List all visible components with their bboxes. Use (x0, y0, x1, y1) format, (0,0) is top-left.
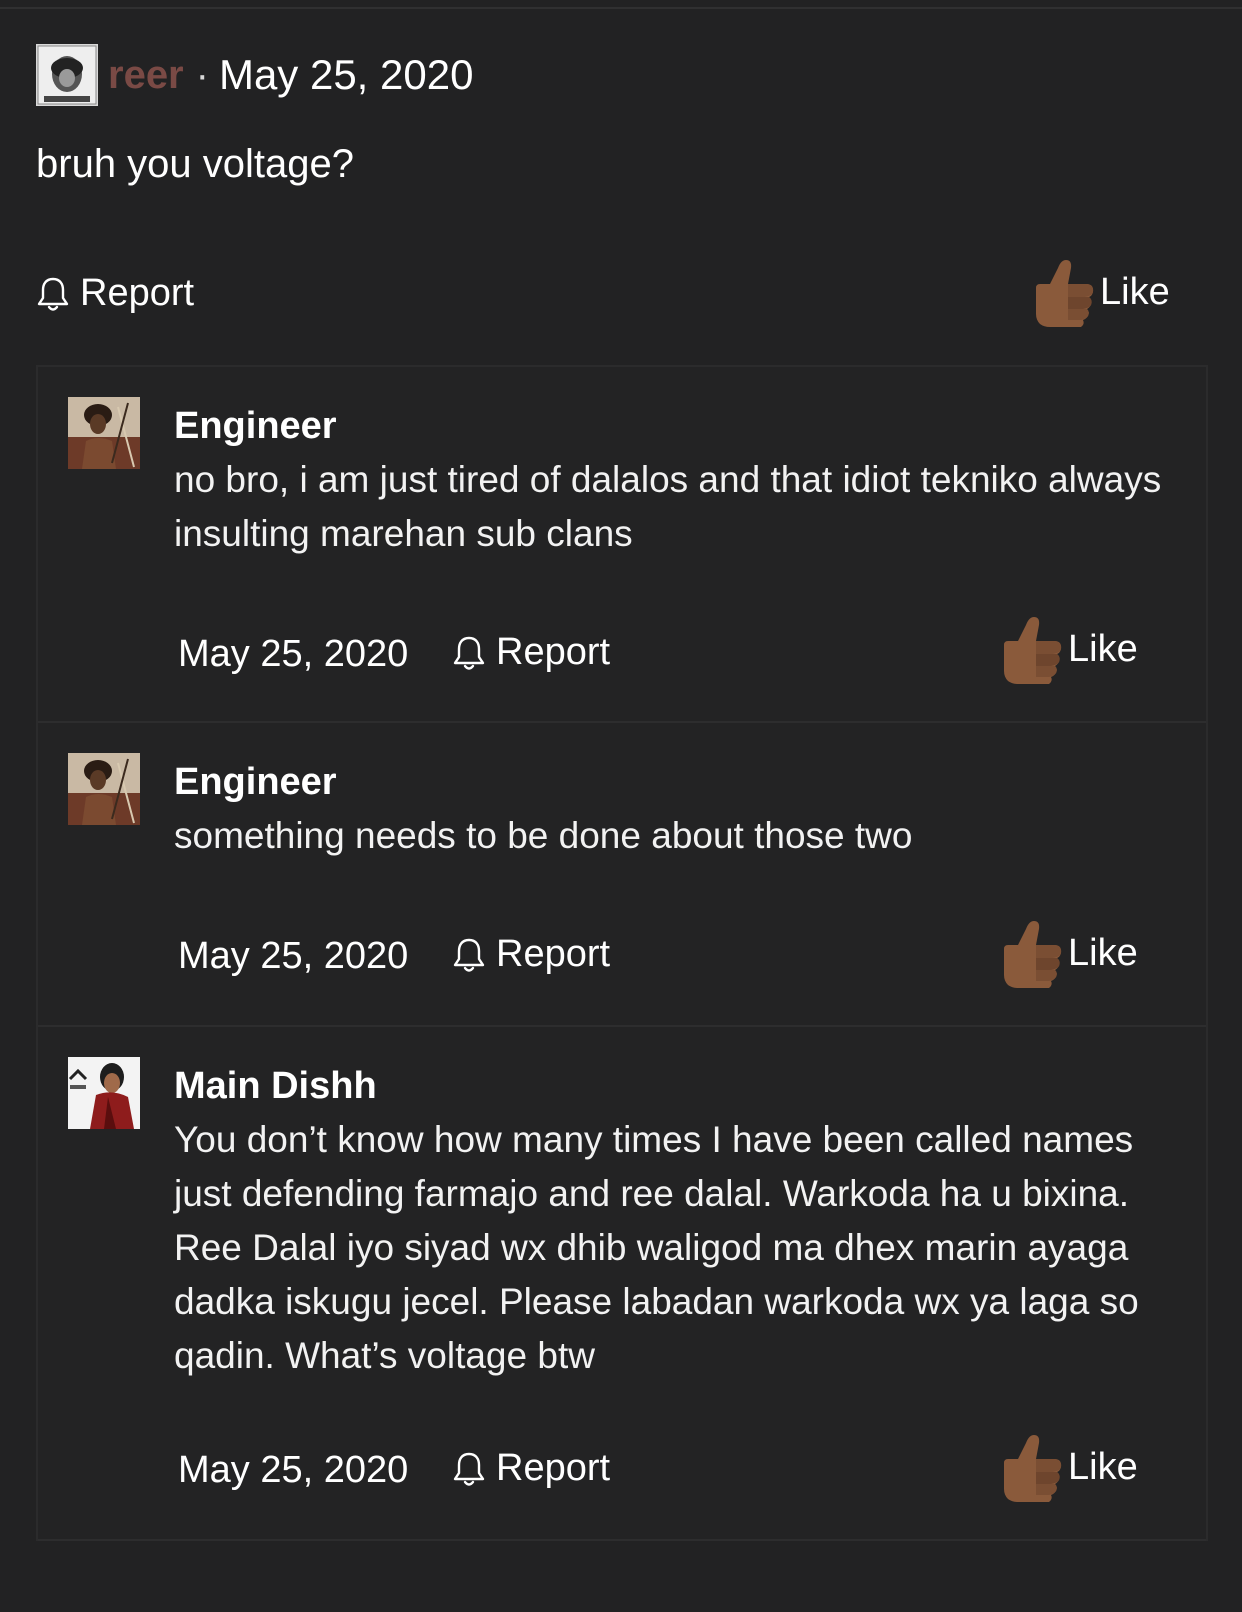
post-separator: · (195, 52, 209, 97)
replies-container: Engineer no bro, i am just tired of dala… (36, 365, 1208, 1541)
reply-avatar[interactable] (68, 753, 140, 825)
post-avatar[interactable] (36, 44, 98, 106)
reply-text: You don’t know how many times I have bee… (174, 1119, 1139, 1376)
reply-item: Engineer no bro, i am just tired of dala… (38, 367, 1206, 723)
bell-icon (453, 938, 485, 972)
bell-icon (453, 1452, 485, 1486)
reply-report-button[interactable]: Report (452, 631, 610, 674)
reply-report-label: Report (496, 933, 611, 975)
reply-text: something needs to be done about those t… (174, 815, 913, 856)
post-like-button[interactable]: Like (1028, 254, 1170, 330)
reply-username[interactable]: Main Dishh (174, 1065, 377, 1108)
reply-date[interactable]: May 25, 2020 (178, 935, 408, 978)
reply-date[interactable]: May 25, 2020 (178, 633, 408, 676)
reply-like-button[interactable]: Like (996, 1429, 1138, 1505)
reply-report-label: Report (496, 631, 611, 673)
bell-icon (37, 277, 69, 311)
post-body: bruh you voltage? (36, 142, 355, 186)
reply-date[interactable]: May 25, 2020 (178, 1449, 408, 1492)
reply-report-label: Report (496, 1447, 611, 1489)
top-divider (0, 7, 1242, 9)
reply-like-label: Like (1068, 931, 1138, 974)
reply-avatar[interactable] (68, 397, 140, 469)
bell-icon (453, 636, 485, 670)
reply-username[interactable]: Engineer (174, 405, 337, 448)
reply-avatar[interactable] (68, 1057, 140, 1129)
post-like-label: Like (1100, 270, 1170, 313)
post-header: reer · May 25, 2020 (36, 44, 1206, 106)
thumbs-up-icon (1036, 260, 1094, 327)
post-report-button[interactable]: Report (36, 272, 194, 315)
reply-item: Engineer something needs to be done abou… (38, 723, 1206, 1027)
reply-username[interactable]: Engineer (174, 761, 337, 804)
reply-report-button[interactable]: Report (452, 1447, 610, 1490)
thumbs-up-icon (1004, 1435, 1062, 1502)
main-post: reer · May 25, 2020 bruh you voltage? Re… (36, 44, 1206, 327)
thumbs-up-icon (1004, 617, 1062, 684)
thumbs-up-icon (1004, 921, 1062, 988)
post-actions: Report Like (36, 254, 1206, 334)
reply-like-label: Like (1068, 627, 1138, 670)
post-username[interactable]: reer (108, 53, 184, 98)
reply-like-label: Like (1068, 1445, 1138, 1488)
reply-item: Main Dishh You don’t know how many times… (38, 1027, 1206, 1541)
reply-like-button[interactable]: Like (996, 611, 1138, 687)
post-report-label: Report (80, 272, 195, 314)
reply-like-button[interactable]: Like (996, 915, 1138, 991)
post-date[interactable]: May 25, 2020 (219, 51, 474, 99)
reply-report-button[interactable]: Report (452, 933, 610, 976)
reply-text: no bro, i am just tired of dalalos and t… (174, 459, 1162, 554)
